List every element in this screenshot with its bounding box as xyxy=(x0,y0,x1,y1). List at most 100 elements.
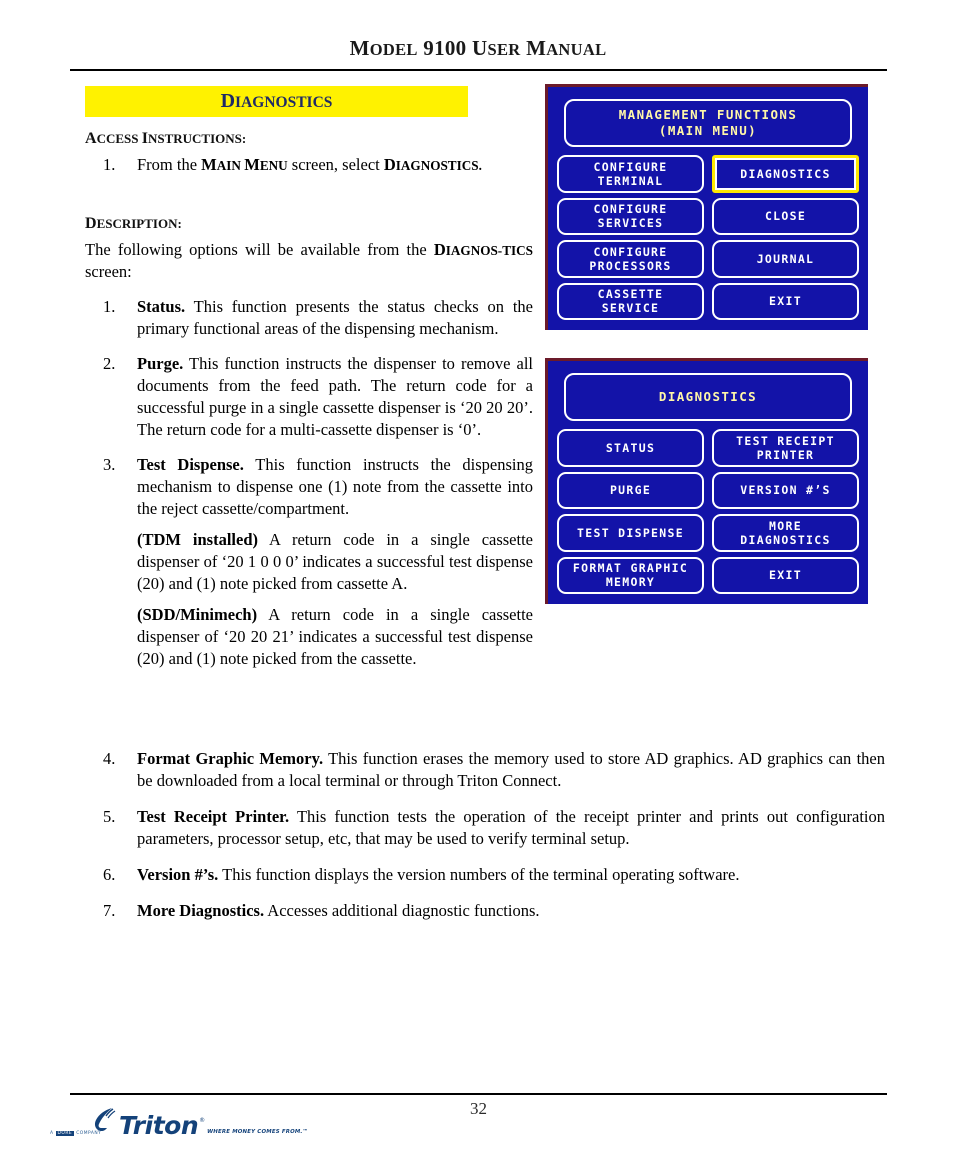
atm-button-configure-terminal[interactable]: CONFIGURE TERMINAL xyxy=(557,155,704,193)
diagnostics-options-list-full: 4. Format Graphic Memory. This function … xyxy=(85,748,885,922)
list-item: 4. Format Graphic Memory. This function … xyxy=(85,748,885,792)
access-heading-rest-access: CCESS xyxy=(96,131,142,146)
access-item-diag-rest: IAGNOSTICS. xyxy=(395,158,482,173)
list-item: 5. Test Receipt Printer. This function t… xyxy=(85,806,885,850)
atm-button-version-numbers[interactable]: VERSION #’S xyxy=(712,471,859,509)
section-banner-rest: IAGNOSTICS xyxy=(235,94,333,111)
page-running-header: MODEL 9100 USER MANUAL xyxy=(70,36,886,61)
description-intro-pre: The following options will be available … xyxy=(85,239,434,259)
access-item-main-rest: AIN xyxy=(216,158,245,173)
header-word-manual-cap: M xyxy=(526,36,547,60)
diagnostics-options-list-column: 1. Status. This function presents the st… xyxy=(85,296,533,669)
atm-button-test-receipt-printer[interactable]: TEST RECEIPT PRINTER xyxy=(712,429,859,467)
list-item-subparagraph-sdd: (SDD/Minimech) A return code in a single… xyxy=(137,604,533,670)
access-item-text-pre: From the xyxy=(137,155,202,174)
access-instructions-list: 1. From the MAIN MENU screen, select DIA… xyxy=(85,154,533,176)
atm-button-purge[interactable]: PURGE xyxy=(557,471,704,509)
atm-button-close[interactable]: CLOSE xyxy=(712,197,859,235)
atm-button-status[interactable]: STATUS xyxy=(557,429,704,467)
list-item: 3. Test Dispense. This function instruct… xyxy=(85,454,533,669)
subparagraph-term: (TDM installed) xyxy=(137,529,259,549)
triton-wordmark: Triton ® WHERE MONEY COMES FROM.™ xyxy=(119,1111,309,1140)
atm-button-test-dispense[interactable]: TEST DISPENSE xyxy=(557,514,704,552)
triton-logo-word: Triton xyxy=(119,1111,199,1140)
section-banner-label: DIAGNOSTICS xyxy=(85,90,468,113)
header-word-user-cap: U xyxy=(472,36,488,60)
list-item-number: 6. xyxy=(103,864,116,884)
section-banner-diagnostics: DIAGNOSTICS xyxy=(85,86,468,117)
atm-button-grid: STATUS TEST RECEIPT PRINTER PURGE VERSIO… xyxy=(557,429,859,594)
atm-button-configure-services[interactable]: CONFIGURE SERVICES xyxy=(557,197,704,235)
atm-screen-title: DIAGNOSTICS xyxy=(564,373,852,421)
access-instruction-item-1: 1. From the MAIN MENU screen, select DIA… xyxy=(85,154,533,176)
access-item-main-cap: M xyxy=(201,155,217,174)
running-header-title: MODEL 9100 USER MANUAL xyxy=(350,36,607,60)
access-instructions-heading: ACCESS INSTRUCTIONS: xyxy=(85,130,533,148)
registered-trademark-icon: ® xyxy=(199,1117,206,1124)
list-item-number: 1. xyxy=(103,297,116,317)
footer-divider-rule xyxy=(70,1093,887,1095)
access-heading-rest-instructions: NSTRUCTIONS: xyxy=(147,131,247,146)
atm-button-grid: CONFIGURE TERMINAL DIAGNOSTICS CONFIGURE… xyxy=(557,155,859,320)
triton-logo-tagline: WHERE MONEY COMES FROM.™ xyxy=(207,1129,309,1135)
logo-sub-box: DORE xyxy=(55,1131,75,1136)
list-item-body: This function displays the version numbe… xyxy=(218,864,740,884)
list-item-number: 7. xyxy=(103,900,116,920)
list-item-body: This function presents the status checks… xyxy=(137,297,533,339)
list-item-term: Format Graphic Memory. xyxy=(137,749,324,768)
access-item-menu-cap: M xyxy=(244,155,260,174)
left-text-column: ACCESS INSTRUCTIONS: 1. From the MAIN ME… xyxy=(85,130,533,683)
atm-button-cassette-service[interactable]: CASSETTE SERVICE xyxy=(557,282,704,320)
atm-button-journal[interactable]: JOURNAL xyxy=(712,240,859,278)
full-width-text-block: 4. Format Graphic Memory. This function … xyxy=(85,748,885,936)
atm-button-more-diagnostics[interactable]: MORE DIAGNOSTICS xyxy=(712,514,859,552)
atm-screen-title: MANAGEMENT FUNCTIONS (MAIN MENU) xyxy=(564,99,852,147)
list-item-term: Test Receipt Printer. xyxy=(137,806,290,826)
description-heading-rest: ESCRIPTION: xyxy=(96,215,182,231)
list-item-term: Test Dispense. xyxy=(137,455,244,475)
header-divider-rule xyxy=(70,69,887,71)
logo-sub-pre: A xyxy=(50,1131,54,1136)
list-item-body: Accesses additional diagnostic functions… xyxy=(264,900,540,920)
list-item-number: 4. xyxy=(103,749,116,768)
header-word-model-rest: ODEL xyxy=(369,40,418,59)
atm-button-configure-processors[interactable]: CONFIGURE PROCESSORS xyxy=(557,240,704,278)
access-item-text-mid: screen, select xyxy=(287,155,384,174)
description-intro-paragraph: The following options will be available … xyxy=(85,239,533,283)
description-heading-cap: D xyxy=(85,214,97,232)
header-word-user-rest: SER xyxy=(487,40,521,59)
description-intro-cap: D xyxy=(433,239,446,259)
list-item-term: Purge. xyxy=(137,354,184,374)
header-word-9100: 9100 xyxy=(423,36,467,60)
atm-button-diagnostics[interactable]: DIAGNOSTICS xyxy=(712,155,859,193)
triton-logo-subline: A DORE COMPANY xyxy=(50,1131,101,1136)
list-item-subparagraph-tdm: (TDM installed) A return code in a singl… xyxy=(137,529,533,595)
triton-logo: Triton ® WHERE MONEY COMES FROM.™ xyxy=(94,1107,309,1140)
list-item-number: 5. xyxy=(103,806,116,826)
atm-button-exit[interactable]: EXIT xyxy=(712,282,859,320)
description-intro-sc-2: TICS xyxy=(502,242,533,258)
list-item-term: Version #’s. xyxy=(137,864,219,884)
atm-button-format-graphic-memory[interactable]: FORMAT GRAPHIC MEMORY xyxy=(557,556,704,594)
atm-button-exit[interactable]: EXIT xyxy=(712,556,859,594)
atm-screen-main-menu: MANAGEMENT FUNCTIONS (MAIN MENU) CONFIGU… xyxy=(545,84,868,330)
list-item-number: 3. xyxy=(103,455,116,475)
spacer-above-description xyxy=(85,189,533,215)
atm-screen-diagnostics: DIAGNOSTICS STATUS TEST RECEIPT PRINTER … xyxy=(545,358,868,604)
logo-sub-post: COMPANY xyxy=(76,1131,102,1136)
list-item: 2. Purge. This function instructs the di… xyxy=(85,353,533,441)
access-item-number: 1. xyxy=(103,155,116,174)
header-word-model-cap: M xyxy=(349,36,370,60)
access-item-menu-rest: ENU xyxy=(259,158,288,173)
section-banner-cap: D xyxy=(220,90,236,112)
description-intro-sc-1: IAGNOS- xyxy=(445,242,503,258)
list-item-term: Status. xyxy=(137,297,186,317)
description-intro-post: screen: xyxy=(85,261,132,281)
list-item: 6. Version #’s. This function displays t… xyxy=(85,864,885,886)
list-item-term: More Diagnostics. xyxy=(137,900,265,920)
list-item: 1. Status. This function presents the st… xyxy=(85,296,533,340)
header-word-manual-rest: ANUAL xyxy=(546,40,607,59)
access-item-diag-cap: D xyxy=(383,155,396,174)
list-item-body: This function instructs the dispenser to… xyxy=(137,354,533,440)
subparagraph-term: (SDD/Minimech) xyxy=(137,604,258,624)
